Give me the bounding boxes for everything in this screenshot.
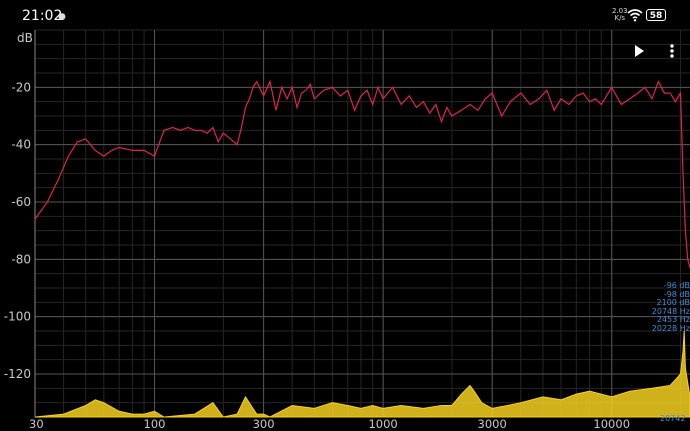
- readout-line: -98 dB: [663, 290, 690, 299]
- readout-line: 2100 dB: [656, 299, 690, 307]
- peak-spectrum-line: [34, 79, 690, 269]
- y-tick-label: -40: [11, 138, 31, 152]
- play-icon[interactable]: [629, 42, 649, 60]
- readout-line: -96 dB: [663, 282, 690, 290]
- x-axis-labels: 30 100 300 1000 3000 10000: [29, 417, 630, 431]
- grid-major: [34, 30, 690, 417]
- y-axis-labels: -20 -40 -60 -80 -100 -120: [4, 80, 31, 381]
- readout-line: 20748 Hz: [651, 307, 690, 316]
- peak-spectrum-series: [34, 79, 690, 269]
- y-tick-label: -60: [11, 195, 31, 209]
- y-tick-label: -80: [11, 252, 31, 266]
- readout-line: 2453 Hz: [656, 316, 690, 324]
- x-tick-label: 10000: [593, 417, 630, 431]
- y-axis-unit-label: dB: [17, 31, 33, 45]
- y-tick-label: -20: [11, 80, 31, 94]
- x-tick-label: 100: [144, 417, 166, 431]
- peak-frequency-label: 20742: [660, 414, 686, 423]
- more-vertical-icon[interactable]: [662, 42, 682, 60]
- readout-line: 20228 Hz: [651, 324, 690, 333]
- y-tick-label: -120: [4, 367, 31, 381]
- cursor-readout: -96 dB -98 dB 2100 dB 20748 Hz 2453 Hz 20228 …: [645, 282, 690, 333]
- y-tick-label: -100: [4, 310, 31, 324]
- x-tick-label: 300: [253, 417, 275, 431]
- x-tick-label: 1000: [368, 417, 397, 431]
- x-tick-label: 30: [29, 417, 44, 431]
- spectrum-chart[interactable]: -20 -40 -60 -80 -100 -120 30 100 300 1000 3000 100…: [0, 0, 690, 431]
- x-tick-label: 3000: [478, 417, 507, 431]
- grid-minor: [34, 29, 690, 418]
